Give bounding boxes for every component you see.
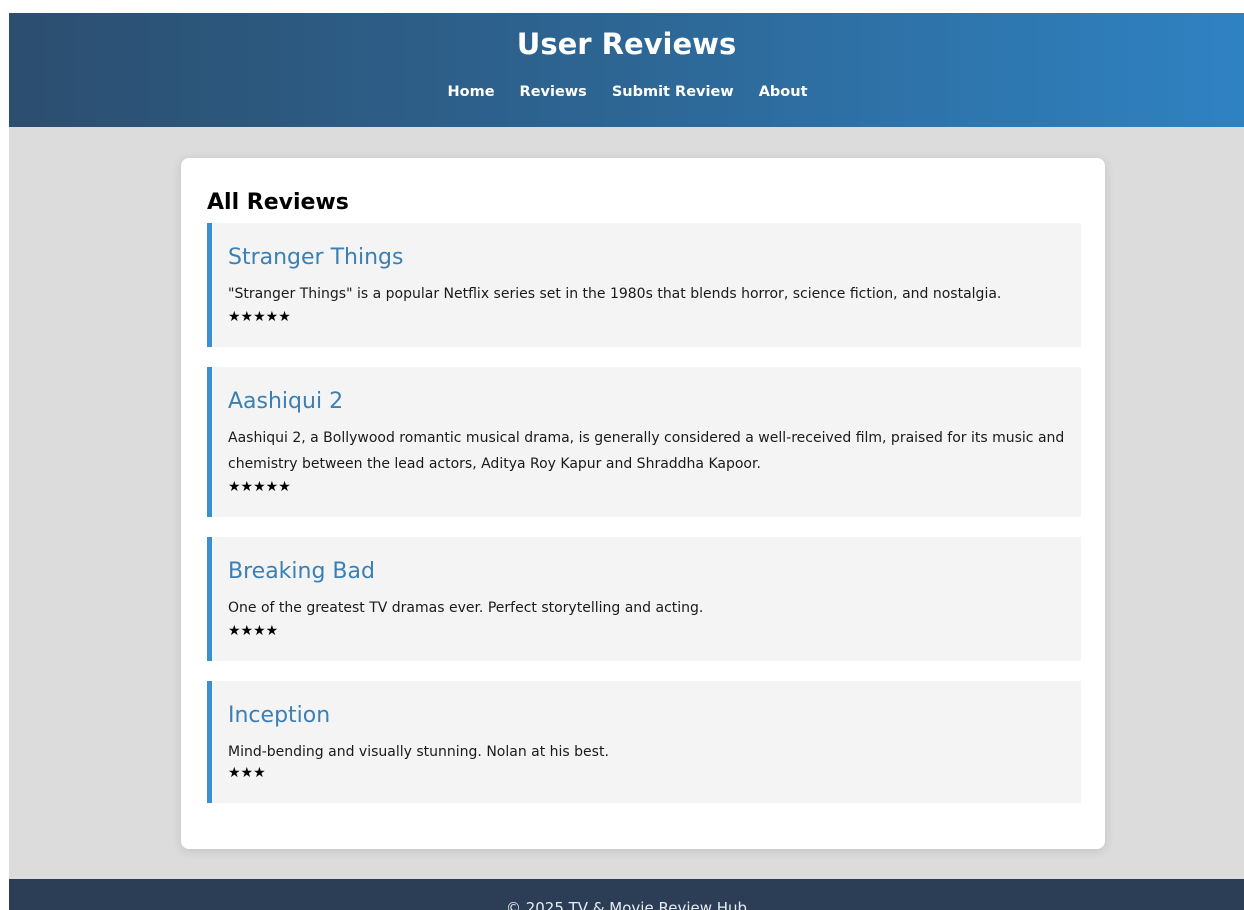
review-text: Aashiqui 2, a Bollywood romantic musical… (228, 430, 1065, 472)
page-title: User Reviews (516, 27, 737, 61)
footer-copyright: © 2025 TV & Movie Review Hub (505, 899, 748, 910)
reviews-card: All Reviews Stranger Things "Stranger Th… (181, 158, 1105, 849)
review-item: Stranger Things "Stranger Things" is a p… (207, 223, 1081, 347)
section-heading: All Reviews (207, 190, 349, 215)
review-text: One of the greatest TV dramas ever. Perf… (228, 600, 704, 616)
star-rating: ★★★★★ (228, 479, 291, 495)
nav-link-submit-review[interactable]: Submit Review (612, 84, 734, 100)
star-rating: ★★★★ (228, 623, 279, 639)
main-nav: Home Reviews Submit Review About (9, 84, 1244, 100)
review-title: Stranger Things (228, 245, 404, 270)
star-rating: ★★★ (228, 765, 266, 781)
review-text: "Stranger Things" is a popular Netflix s… (228, 286, 1002, 302)
review-title: Aashiqui 2 (228, 389, 344, 414)
review-item: Aashiqui 2 Aashiqui 2, a Bollywood roman… (207, 367, 1081, 517)
site-footer: © 2025 TV & Movie Review Hub (9, 879, 1244, 910)
review-title: Breaking Bad (228, 559, 375, 584)
review-text: Mind-bending and visually stunning. Nola… (228, 744, 609, 760)
nav-link-home[interactable]: Home (447, 84, 494, 100)
site-header: User Reviews Home Reviews Submit Review … (9, 13, 1244, 127)
review-item: Breaking Bad One of the greatest TV dram… (207, 537, 1081, 661)
page-frame: User Reviews Home Reviews Submit Review … (9, 13, 1244, 910)
review-item: Inception Mind-bending and visually stun… (207, 681, 1081, 803)
nav-link-reviews[interactable]: Reviews (520, 84, 587, 100)
star-rating: ★★★★★ (228, 309, 291, 325)
nav-link-about[interactable]: About (759, 84, 808, 100)
review-title: Inception (228, 703, 331, 728)
